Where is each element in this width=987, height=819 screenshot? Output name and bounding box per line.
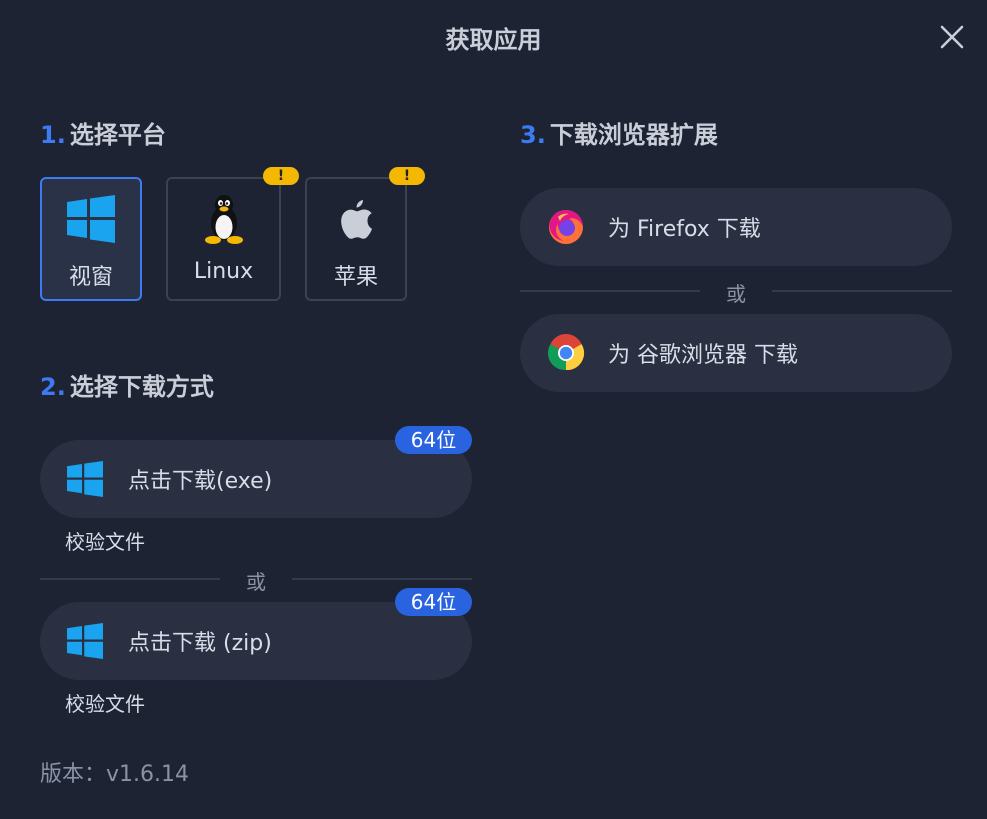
warning-badge: !: [389, 167, 425, 185]
warning-badge: !: [263, 167, 299, 185]
or-divider-downloads: 或: [40, 566, 472, 594]
section-label: 下载浏览器扩展: [549, 121, 718, 149]
dialog-title: 获取应用: [445, 26, 542, 54]
platform-label: 视窗: [68, 265, 113, 290]
version-text: 版本：v1.6.14: [40, 762, 189, 787]
divider-text: 或: [246, 570, 266, 594]
firefox-download-label: 为 Firefox 下载: [608, 217, 761, 242]
section-label: 选择下载方式: [69, 373, 214, 401]
apple-logo-icon: [341, 200, 372, 239]
or-divider-browsers: 或: [520, 278, 952, 306]
windows-logo-icon: [67, 623, 103, 659]
section-number: 2.: [40, 373, 66, 401]
section-number: 1.: [40, 121, 66, 149]
download-zip-label: 点击下载 (zip): [128, 631, 272, 656]
firefox-icon: [549, 210, 583, 244]
divider-line: [292, 578, 472, 580]
divider-line: [772, 290, 952, 292]
linux-penguin-icon: [204, 195, 243, 244]
platform-label: Linux: [193, 259, 254, 284]
divider-line: [40, 578, 220, 580]
windows-logo-icon: [67, 195, 115, 243]
close-icon: [940, 25, 964, 49]
bitness-badge-exe: 64位: [395, 426, 472, 454]
section-title-platform: 1. 选择平台: [40, 115, 166, 150]
section-label: 选择平台: [69, 121, 166, 149]
platform-label: 苹果: [333, 265, 378, 290]
chrome-download-label: 为 谷歌浏览器 下载: [608, 343, 798, 368]
platform-windows[interactable]: 视窗: [40, 177, 142, 301]
verify-file-link-exe[interactable]: 校验文件: [65, 526, 145, 555]
bitness-badge-zip: 64位: [395, 588, 472, 616]
section-title-browser-extension: 3. 下载浏览器扩展: [520, 115, 718, 150]
divider-text: 或: [726, 282, 746, 306]
verify-file-link-zip[interactable]: 校验文件: [65, 688, 145, 717]
close-button[interactable]: [937, 22, 967, 52]
firefox-download-button[interactable]: 为 Firefox 下载: [520, 188, 952, 266]
section-title-download-method: 2. 选择下载方式: [40, 367, 214, 402]
platform-linux[interactable]: ! Linux: [166, 167, 299, 301]
chrome-icon: [547, 334, 585, 371]
chrome-download-button[interactable]: 为 谷歌浏览器 下载: [520, 314, 952, 392]
divider-line: [520, 290, 700, 292]
download-exe-label: 点击下载(exe): [128, 469, 273, 494]
section-number: 3.: [520, 121, 546, 149]
windows-logo-icon: [67, 461, 103, 497]
platform-mac[interactable]: ! 苹果: [305, 167, 425, 301]
